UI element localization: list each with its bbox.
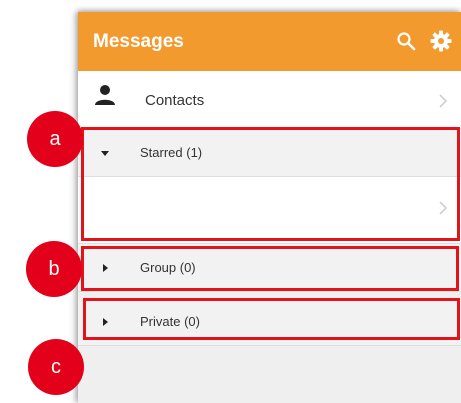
search-icon[interactable] [396, 31, 416, 51]
highlight-box-c [83, 298, 460, 340]
chevron-right-icon [439, 94, 448, 108]
app-header: Messages [78, 12, 461, 71]
person-icon [95, 85, 115, 105]
highlight-box-a [81, 127, 460, 241]
callout-badge-b: b [26, 241, 82, 297]
contacts-label: Contacts [145, 92, 205, 109]
callout-badge-c: c [28, 339, 84, 395]
highlight-box-b [81, 246, 459, 291]
page-title: Messages [93, 31, 184, 52]
callout-badge-a: a [27, 111, 83, 167]
gear-icon[interactable] [430, 30, 452, 52]
contacts-row[interactable]: Contacts [78, 71, 461, 129]
